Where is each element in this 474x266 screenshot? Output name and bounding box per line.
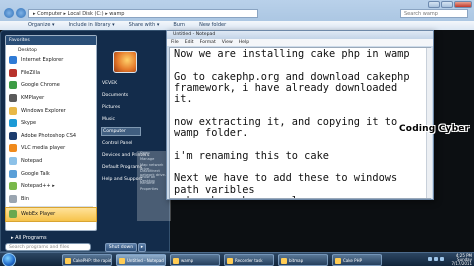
start-menu-programs: Favorites Desktop Internet Explorer FileZ… <box>5 35 97 231</box>
notepad-menubar: File Edit Format View Help <box>167 39 433 46</box>
pinned-program-item[interactable]: FileZilla <box>6 67 96 80</box>
pinned-program-item[interactable]: Notepad++ ▸ <box>6 180 96 193</box>
program-label: KMPlayer <box>21 95 45 102</box>
taskbar-button-cakephp[interactable]: CakePHP: the rapid... <box>62 254 112 266</box>
pinned-program-list: Internet Explorer FileZilla Google Chrome K… <box>5 54 97 222</box>
program-icon <box>9 106 17 115</box>
program-icon <box>9 68 17 77</box>
window-controls <box>428 1 472 8</box>
program-label: Google Talk <box>21 170 50 177</box>
close-icon[interactable] <box>454 1 472 8</box>
pinned-program-item[interactable]: KMPlayer <box>6 92 96 105</box>
explorer-window: ▸ Computer ▸ Local Disk (C:) ▸ wamp Sear… <box>0 0 474 30</box>
program-label: WebEx Player <box>21 211 56 218</box>
include-in-library-button[interactable]: Include in library ▾ <box>69 21 115 30</box>
favorites-header[interactable]: Favorites <box>6 36 96 45</box>
notepad-window: Untitled - Notepad File Edit Format View… <box>166 30 434 200</box>
clock[interactable]: 4:25 PM Sunday 7/17/2011 <box>451 254 472 266</box>
place-computer[interactable]: Computer <box>101 127 141 136</box>
minimize-icon[interactable] <box>428 1 440 8</box>
program-label: Windows Explorer <box>21 107 66 114</box>
program-label: Internet Explorer <box>21 57 64 64</box>
flag-icon[interactable] <box>440 257 444 261</box>
program-icon <box>9 144 17 153</box>
start-button[interactable] <box>2 253 16 266</box>
share-with-button[interactable]: Share with ▾ <box>129 21 160 30</box>
network-icon[interactable] <box>428 257 432 261</box>
program-icon <box>9 131 17 140</box>
notepad-title: Untitled - Notepad <box>167 31 433 39</box>
pinned-program-item[interactable]: VLC media player <box>6 142 96 155</box>
organize-button[interactable]: Organize ▾ <box>28 21 55 30</box>
place-control-panel[interactable]: Control Panel <box>102 141 132 146</box>
menu-format[interactable]: Format <box>200 39 216 46</box>
program-icon <box>9 56 17 65</box>
taskbar-button-bitmap[interactable]: bitmap <box>278 254 328 266</box>
program-label: Google Chrome <box>21 82 60 89</box>
program-icon <box>9 182 17 191</box>
burn-button[interactable]: Burn <box>173 21 185 30</box>
shutdown-options-arrow-icon[interactable]: ▸ <box>138 243 146 252</box>
menu-file[interactable]: File <box>171 39 179 46</box>
taskbar-button-notepad[interactable]: Untitled - Notepad <box>116 254 166 266</box>
notepad-text-area[interactable]: Now we are installing cake php in wamp G… <box>169 47 431 199</box>
program-icon <box>9 119 17 128</box>
program-icon <box>9 169 17 178</box>
taskbar: CakePHP: the rapid... Untitled - Notepad… <box>0 252 474 266</box>
program-label: Adobe Photoshop CS4 <box>21 132 77 139</box>
program-icon <box>9 210 17 219</box>
program-icon <box>9 81 17 90</box>
place-pictures[interactable]: Pictures <box>102 105 120 110</box>
taskbar-button-wamp[interactable]: wamp <box>170 254 220 266</box>
place-music[interactable]: Music <box>102 117 115 122</box>
taskbar-button-cake-php[interactable]: Cake PHP <box>332 254 382 266</box>
nav-buttons <box>4 8 26 18</box>
maximize-icon[interactable] <box>441 1 453 8</box>
favorites-desktop[interactable]: Desktop <box>6 46 96 54</box>
place-user[interactable]: VEVEK <box>102 81 117 86</box>
program-icon <box>9 157 17 166</box>
pinned-program-item[interactable]: Windows Explorer <box>6 104 96 117</box>
start-menu-separator <box>9 206 93 208</box>
pinned-program-item[interactable]: Skype <box>6 117 96 130</box>
pinned-program-item[interactable]: Notepad <box>6 155 96 168</box>
shutdown-button[interactable]: Shut down <box>105 243 137 252</box>
program-label: Notepad <box>21 158 43 165</box>
all-programs-button[interactable]: ▸ All Programs <box>5 234 97 242</box>
program-label: VLC media player <box>21 145 66 152</box>
search-input[interactable]: Search wamp <box>400 9 468 18</box>
channel-watermark: Coding Cyber <box>399 124 470 134</box>
address-bar[interactable]: ▸ Computer ▸ Local Disk (C:) ▸ wamp <box>28 9 258 18</box>
place-documents[interactable]: Documents <box>102 93 128 98</box>
program-label: FileZilla <box>21 69 41 76</box>
desktop-screen: ▸ Computer ▸ Local Disk (C:) ▸ wamp Sear… <box>0 0 474 266</box>
system-tray-icons <box>428 257 444 261</box>
forward-arrow-icon[interactable] <box>16 8 26 18</box>
pinned-program-item[interactable]: Google Talk <box>6 167 96 180</box>
pinned-program-item[interactable]: Google Chrome <box>6 79 96 92</box>
pinned-program-item[interactable]: Bin <box>6 193 96 206</box>
program-icon <box>9 94 17 103</box>
clock-date: 7/17/2011 <box>451 261 472 266</box>
user-avatar[interactable] <box>113 51 137 73</box>
program-label: Skype <box>21 120 37 127</box>
menu-view[interactable]: View <box>222 39 233 46</box>
menu-edit[interactable]: Edit <box>185 39 194 46</box>
program-label: Bin <box>21 195 29 202</box>
start-search-input[interactable]: Search programs and files <box>5 243 91 251</box>
pinned-program-item[interactable]: Internet Explorer <box>6 54 96 67</box>
command-bar: Organize ▾ Include in library ▾ Share wi… <box>0 21 474 30</box>
pinned-program-item[interactable]: Adobe Photoshop CS4 <box>6 130 96 143</box>
program-label: Notepad++ ▸ <box>21 183 55 190</box>
volume-icon[interactable] <box>434 257 438 261</box>
start-menu: Favorites Desktop Internet Explorer FileZ… <box>0 30 171 252</box>
notepad-scrollbar[interactable] <box>426 48 432 198</box>
menu-help[interactable]: Help <box>239 39 249 46</box>
pinned-program-item[interactable]: WebEx Player <box>5 207 97 222</box>
new-folder-button[interactable]: New folder <box>199 21 226 30</box>
back-arrow-icon[interactable] <box>4 8 14 18</box>
program-icon <box>9 194 17 203</box>
taskbar-button-recorder[interactable]: Recorder task <box>224 254 274 266</box>
